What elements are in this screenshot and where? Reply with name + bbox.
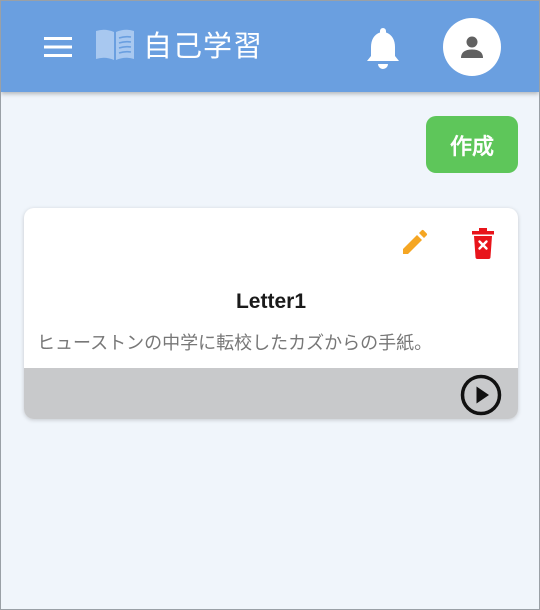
- trash-icon[interactable]: [470, 227, 496, 259]
- play-circle-icon[interactable]: [460, 374, 502, 416]
- hamburger-menu-icon[interactable]: [44, 36, 72, 58]
- app-bar: 自己学習: [1, 1, 539, 92]
- pencil-icon[interactable]: [400, 229, 428, 257]
- book-icon: [96, 29, 134, 60]
- create-button[interactable]: 作成: [426, 116, 518, 173]
- avatar[interactable]: [443, 18, 501, 76]
- card-description: ヒューストンの中学に転校したカズからの手紙。: [37, 333, 433, 354]
- person-icon: [461, 36, 483, 58]
- app-frame: 自己学習 作成 Letter1 ヒューストンの中学に転校したカズからの手紙。: [0, 0, 540, 610]
- card-footer: [24, 368, 518, 419]
- bell-icon[interactable]: [363, 25, 403, 71]
- lesson-card: Letter1 ヒューストンの中学に転校したカズからの手紙。: [24, 208, 518, 419]
- app-title: 自己学習: [143, 29, 264, 63]
- card-title: Letter1: [235, 290, 307, 313]
